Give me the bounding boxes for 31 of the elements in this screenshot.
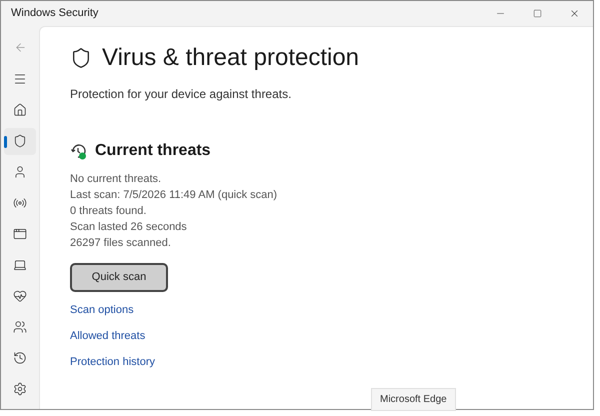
history-icon bbox=[13, 351, 27, 366]
status-text: 0 threats found. bbox=[70, 204, 148, 219]
tooltip: Microsoft Edge bbox=[371, 388, 456, 411]
link[interactable]: Allowed threats bbox=[70, 328, 146, 344]
status-text: Scan lasted 26 seconds bbox=[70, 220, 188, 235]
section-title: Current threats bbox=[95, 141, 211, 161]
shield-icon bbox=[70, 47, 92, 69]
status-text: Last scan: 7/5/2026 11:49 AM (quick scan) bbox=[70, 188, 278, 203]
status-text: No current threats. bbox=[70, 172, 162, 187]
page-subtitle: Protection for your device against threats. bbox=[70, 86, 292, 103]
back-arrow-icon bbox=[14, 41, 26, 54]
status-text: 26297 files scanned. bbox=[70, 236, 172, 251]
sidebar-item[interactable] bbox=[4, 128, 36, 156]
browser-window-icon bbox=[13, 227, 27, 242]
shield-icon bbox=[13, 134, 27, 148]
window-title: Windows Security bbox=[11, 6, 98, 22]
heart-pulse-icon bbox=[13, 289, 27, 304]
page-title: Virus & threat protection bbox=[102, 43, 360, 73]
quick-scan-button[interactable]: Quick scan bbox=[70, 263, 168, 292]
close-icon bbox=[569, 8, 580, 19]
people-icon bbox=[13, 320, 27, 334]
laptop-icon bbox=[13, 258, 27, 272]
link[interactable]: Scan options bbox=[70, 302, 134, 318]
link[interactable]: Protection history bbox=[70, 354, 155, 370]
maximize-icon bbox=[533, 9, 542, 18]
home-icon bbox=[13, 103, 27, 118]
menu-icon bbox=[13, 72, 27, 86]
settings-icon bbox=[13, 382, 27, 396]
person-icon bbox=[13, 165, 27, 180]
scan-status-icon bbox=[70, 142, 87, 160]
wireless-icon bbox=[13, 196, 27, 210]
